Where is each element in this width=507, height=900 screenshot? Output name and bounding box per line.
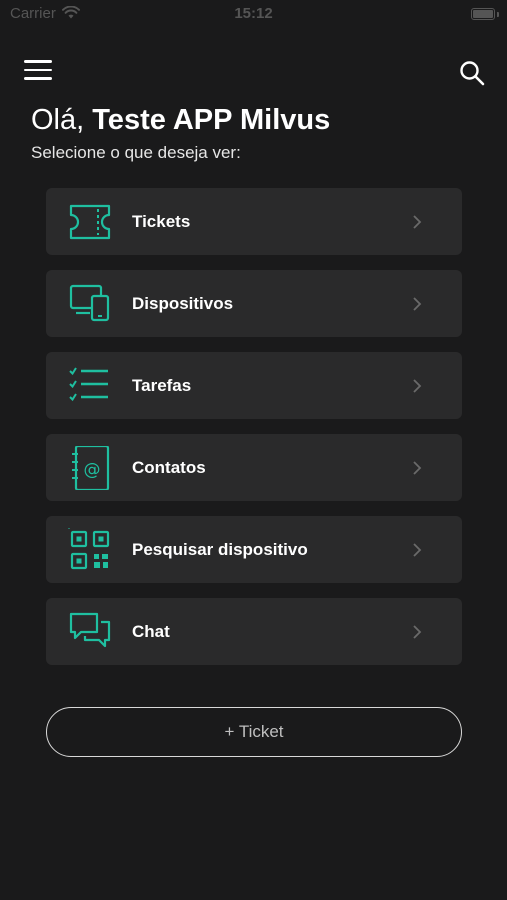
hamburger-menu-button[interactable] [24,60,52,84]
menu-item-label: Pesquisar dispositivo [132,540,308,559]
menu-item-dispositivos[interactable]: Dispositivos [46,270,462,337]
ticket-icon [69,204,111,240]
menu-item-chat[interactable]: Chat [46,598,462,665]
svg-text:@: @ [84,460,101,480]
task-list-icon [69,367,108,402]
subtitle: Selecione o que deseja ver: [31,143,241,162]
user-name: Teste APP Milvus [92,104,331,136]
contact-book-icon: @ [72,446,110,490]
menu-item-label: Dispositivos [132,294,234,313]
menu-item-label: Chat [132,622,170,641]
menu-item-contatos[interactable]: @ Contatos [46,434,462,501]
battery-icon [471,8,495,20]
chevron-right-icon [413,215,422,229]
menu-list: Tickets Dispositivos Tarefas @ Contatos … [46,188,462,680]
qr-code-icon [68,528,110,570]
chevron-right-icon [413,297,422,311]
new-ticket-button[interactable]: + Ticket [46,707,462,757]
menu-item-label: Tarefas [132,376,192,395]
menu-item-label: Contatos [132,458,206,477]
status-time: 15:12 [234,5,273,22]
status-bar: Carrier 15:12 [0,0,507,28]
devices-icon [69,284,110,322]
chevron-right-icon [413,379,422,393]
chevron-right-icon [413,625,422,639]
chevron-right-icon [413,543,422,557]
greeting-prefix: Olá, [31,104,85,136]
menu-item-pesquisar-dispositivo[interactable]: Pesquisar dispositivo [46,516,462,583]
home-screen: Carrier 15:12 Olá, Teste APP Milvus Sele… [0,0,507,900]
greeting-heading: Olá, Teste APP Milvus [31,104,330,137]
menu-item-label: Tickets [132,212,191,231]
menu-item-tickets[interactable]: Tickets [46,188,462,255]
chat-icon [69,612,111,648]
chevron-right-icon [413,461,422,475]
search-icon[interactable] [459,60,485,86]
menu-item-tarefas[interactable]: Tarefas [46,352,462,419]
